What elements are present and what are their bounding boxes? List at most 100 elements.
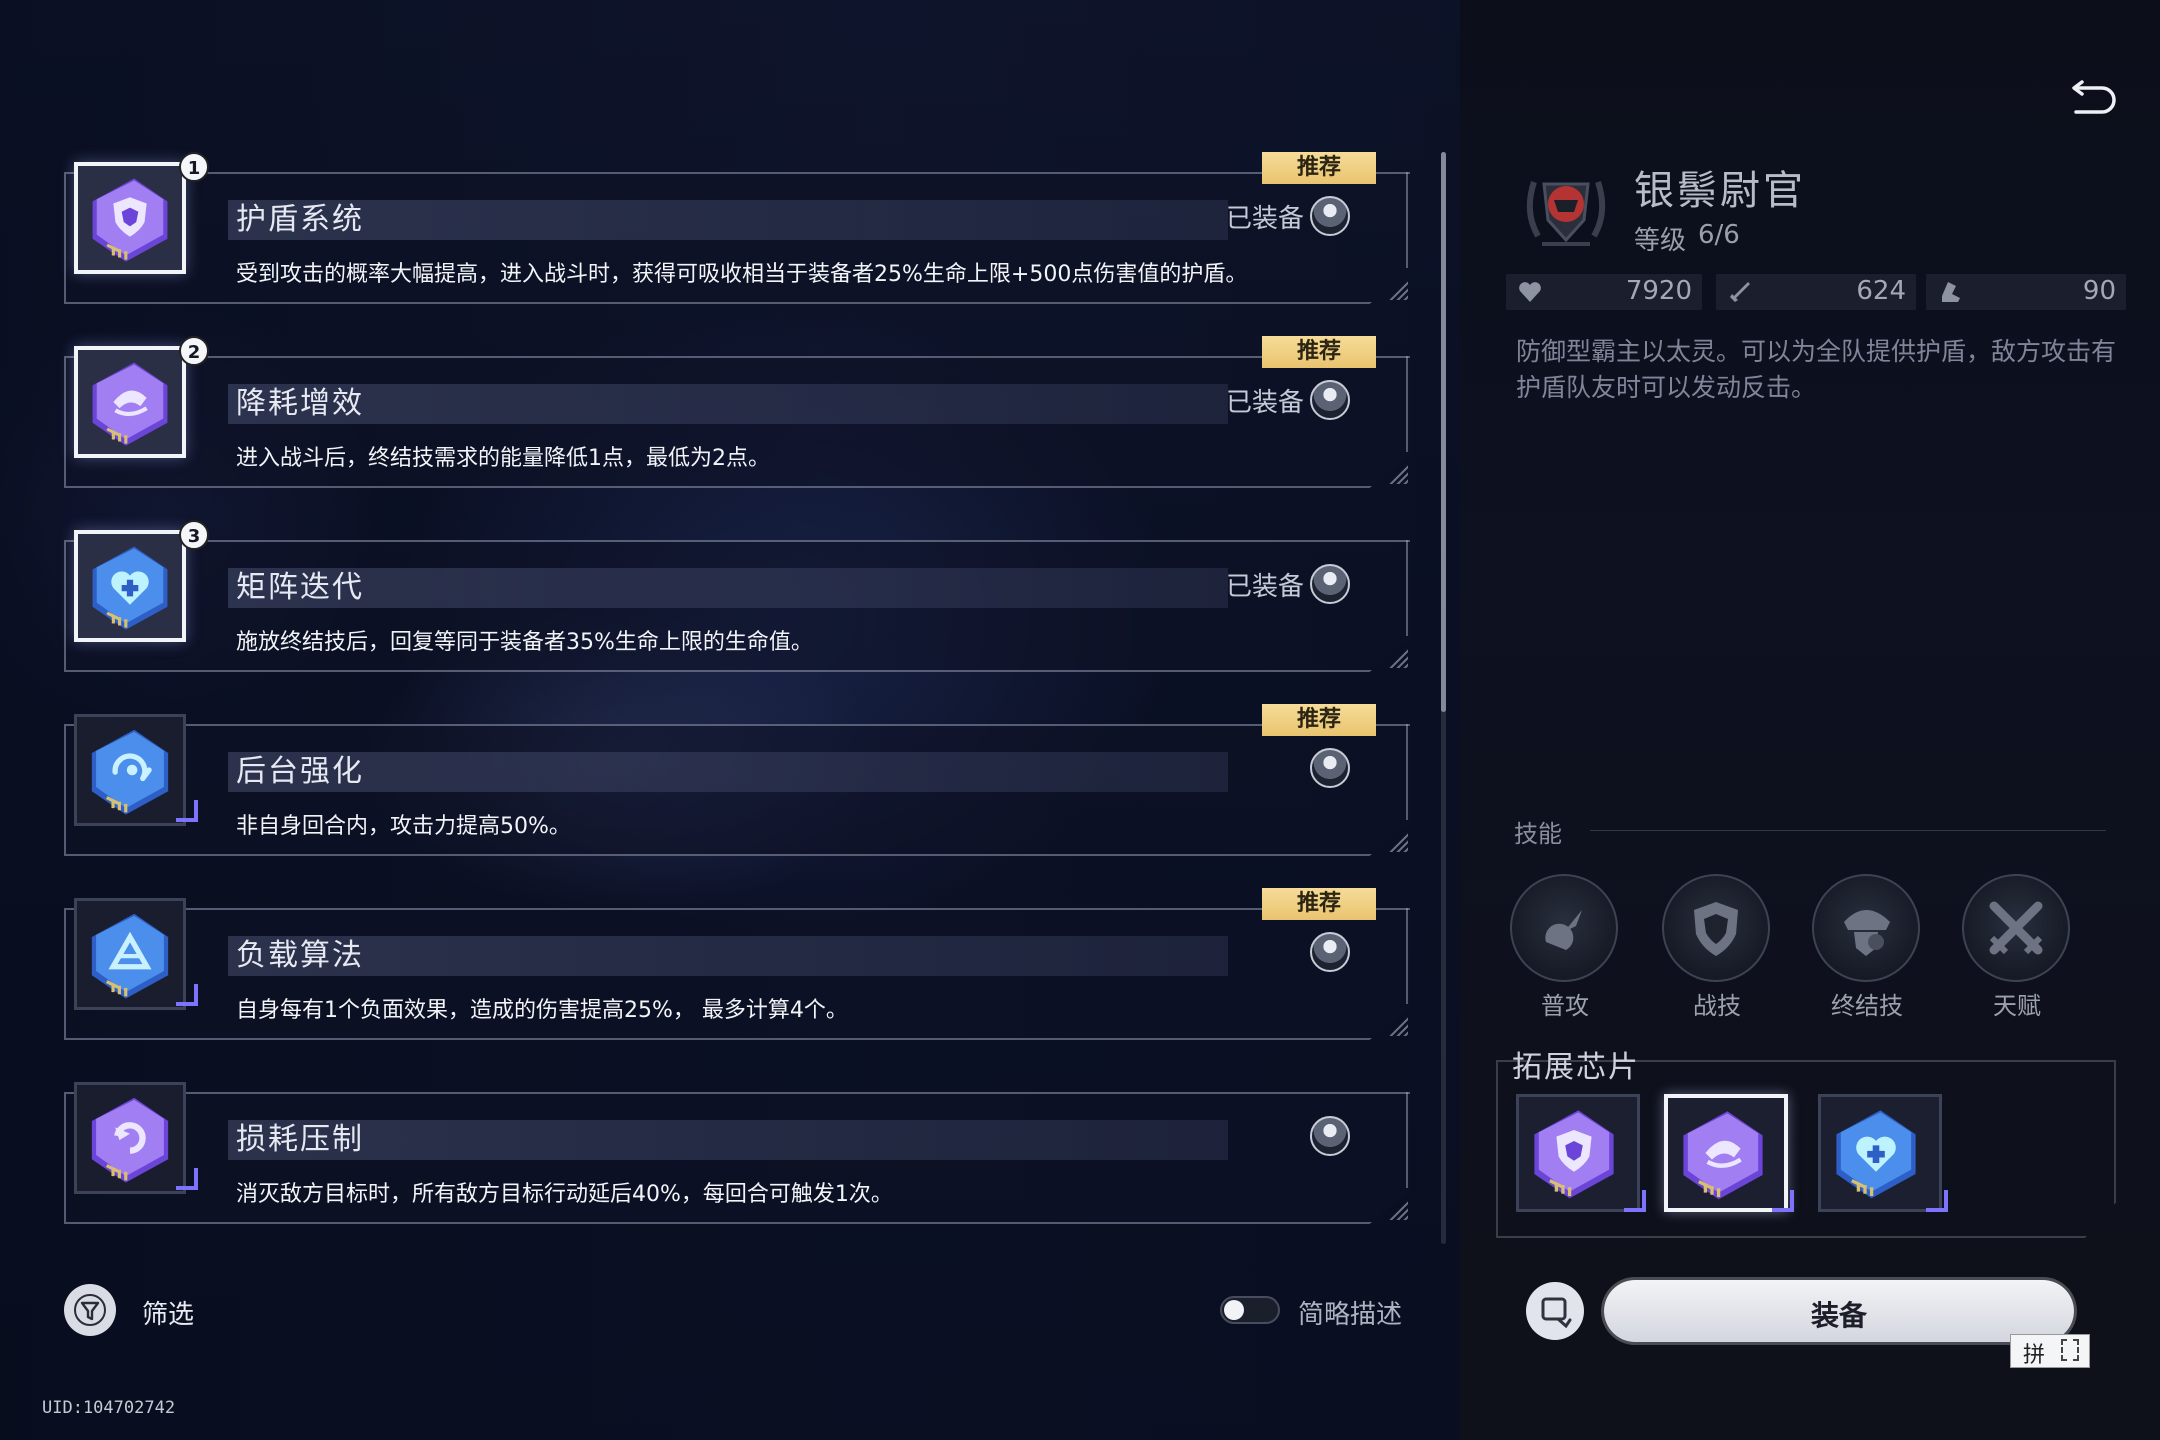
filter-label: 筛选 — [142, 1300, 195, 1330]
chip-corner-accent — [176, 1168, 198, 1190]
chip-corner-accent — [176, 984, 198, 1006]
brief-description-toggle[interactable] — [1220, 1296, 1280, 1324]
slot-frame — [1664, 1094, 1788, 1212]
slot-corner-accent — [1772, 1190, 1794, 1212]
equipped-character-avatar — [1310, 380, 1350, 420]
helmet-icon — [1844, 910, 1890, 956]
skill-circle — [1510, 874, 1618, 982]
character-level-value: 6/6 — [1698, 220, 1740, 250]
chip-icon — [64, 1072, 198, 1200]
card-frame-edge — [1406, 724, 1408, 820]
extension-chip-slot[interactable] — [1664, 1094, 1794, 1212]
shield-icon — [1694, 902, 1738, 956]
chip-icon — [64, 888, 198, 1016]
comet-icon — [1545, 910, 1588, 950]
swap-button[interactable] — [1526, 1282, 1584, 1340]
equipped-character-avatar — [1310, 564, 1350, 604]
chip-card[interactable]: 损耗压制消灭敌方目标时，所有敌方目标行动延后40%，每回合可触发1次。 — [64, 1072, 1410, 1224]
heart-icon — [1519, 282, 1541, 302]
chip-card[interactable]: 后台强化非自身回合内，攻击力提高50%。 推荐 — [64, 704, 1410, 856]
chip-icon — [64, 704, 198, 832]
chip-card[interactable]: 3 矩阵迭代 施放终结技后，回复等同于装备者35%生命上限的生命值。 已装备 — [64, 520, 1410, 672]
skill-circle — [1812, 874, 1920, 982]
floating-widget[interactable]: 拼 — [2010, 1334, 2090, 1368]
crossed-swords-icon — [1989, 901, 2043, 955]
sword-icon — [1730, 282, 1750, 302]
extension-chip-slot[interactable] — [1818, 1094, 1948, 1212]
skill-circle — [1662, 874, 1770, 982]
chip-icon: 2 — [64, 336, 209, 464]
funnel-icon — [74, 1294, 106, 1326]
equip-order-badge: 3 — [179, 520, 209, 550]
slot-frame — [1818, 1094, 1942, 1212]
skill-ultimate[interactable]: 终结技 — [1812, 874, 1922, 1020]
card-frame-edge — [1406, 1092, 1408, 1188]
title-bar — [228, 384, 1228, 424]
skills-divider — [1590, 830, 2106, 831]
skill-label: 普攻 — [1541, 992, 1589, 1020]
card-frame-edge — [1406, 356, 1408, 452]
chip-icon-frame — [74, 1082, 186, 1194]
chip-description: 自身每有1个负面效果，造成的伤害提高25%， 最多计算4个。 — [236, 998, 848, 1023]
character-level-label: 等级 — [1634, 226, 1687, 256]
equip-button-label: 装备 — [1810, 1299, 1867, 1332]
title-bar — [228, 936, 1228, 976]
chip-description: 非自身回合内，攻击力提高50%。 — [236, 814, 571, 839]
equip-button[interactable]: 装备 — [1604, 1280, 2074, 1342]
stat-attack-value: 624 — [1856, 276, 1906, 306]
skill-technique[interactable]: 战技 — [1662, 874, 1772, 1020]
card-frame-edge — [1406, 540, 1408, 636]
equipped-label: 已装备 — [1225, 204, 1304, 234]
skill-talent[interactable]: 天赋 — [1962, 874, 2072, 1020]
boot-icon — [1942, 282, 1960, 302]
chip-icon-frame — [74, 346, 186, 458]
chip-corner-accent — [176, 800, 198, 822]
floating-widget-text: 拼 — [2023, 1343, 2046, 1368]
card-frame-edge — [1406, 908, 1408, 1004]
chip-icon-frame — [74, 162, 186, 274]
slot-frame — [1516, 1094, 1640, 1212]
chip-description: 消灭敌方目标时，所有敌方目标行动延后40%，每回合可触发1次。 — [236, 1182, 893, 1207]
extension-chip-slot[interactable] — [1516, 1094, 1646, 1212]
back-arrow-icon[interactable] — [2068, 74, 2118, 120]
recommend-tag: 推荐 — [1262, 152, 1376, 184]
chip-icon: 1 — [64, 152, 209, 280]
chip-card[interactable]: 2 降耗增效 进入战斗后，终结技需求的能量降低1点，最低为2点。 推荐 已装备 — [64, 336, 1410, 488]
recommend-tag: 推荐 — [1262, 888, 1376, 920]
recommend-tag: 推荐 — [1262, 336, 1376, 368]
skill-label: 天赋 — [1993, 992, 2041, 1020]
expand-icon[interactable] — [2061, 1339, 2079, 1361]
swap-chip-icon — [1541, 1297, 1572, 1329]
equip-order-badge: 1 — [179, 152, 209, 182]
chip-description: 受到攻击的概率大幅提高，进入战斗时，获得可吸收相当于装备者25%生命上限+500… — [236, 262, 1248, 287]
uid-label: UID:104702742 — [42, 1398, 176, 1418]
chip-icon-frame — [74, 714, 186, 826]
chip-card[interactable]: 1 护盾系统 受到攻击的概率大幅提高，进入战斗时，获得可吸收相当于装备者25%生命上… — [64, 152, 1410, 304]
equipped-character-avatar — [1310, 196, 1350, 236]
skill-circle — [1962, 874, 2070, 982]
extension-chips-label: 拓展芯片 — [1512, 1050, 1640, 1085]
chip-title: 损耗压制 — [236, 1122, 364, 1157]
chip-title: 后台强化 — [236, 754, 364, 789]
slot-corner-accent — [1926, 1190, 1948, 1212]
stat-hp: 7920 — [1506, 274, 1702, 310]
stat-attack: 624 — [1716, 274, 1916, 310]
chip-description: 施放终结技后，回复等同于装备者35%生命上限的生命值。 — [236, 630, 813, 655]
character-emblem-icon — [1526, 181, 1606, 246]
scrollbar-thumb[interactable] — [1441, 152, 1446, 712]
character-description: 防御型霸主以太灵。可以为全队提供护盾，敌方攻击有护盾队友时可以发动反击。 — [1516, 337, 2117, 402]
equipped-character-avatar — [1310, 748, 1350, 788]
skill-basic-attack[interactable]: 普攻 — [1510, 874, 1620, 1020]
chip-card[interactable]: 负载算法 自身每有1个负面效果，造成的伤害提高25%， 最多计算4个。 推荐 — [64, 888, 1410, 1040]
filter-button[interactable] — [64, 1284, 116, 1336]
chip-list-scrollbar[interactable] — [1441, 152, 1446, 1244]
skill-label: 终结技 — [1831, 992, 1903, 1020]
stat-hp-value: 7920 — [1625, 276, 1692, 306]
title-bar — [228, 1120, 1228, 1160]
equipped-character-avatar — [1310, 1116, 1350, 1156]
chip-title: 矩阵迭代 — [236, 570, 364, 605]
chip-icon-frame — [74, 898, 186, 1010]
equip-order-badge: 2 — [179, 336, 209, 366]
recommend-tag: 推荐 — [1262, 704, 1376, 736]
title-bar — [228, 200, 1228, 240]
